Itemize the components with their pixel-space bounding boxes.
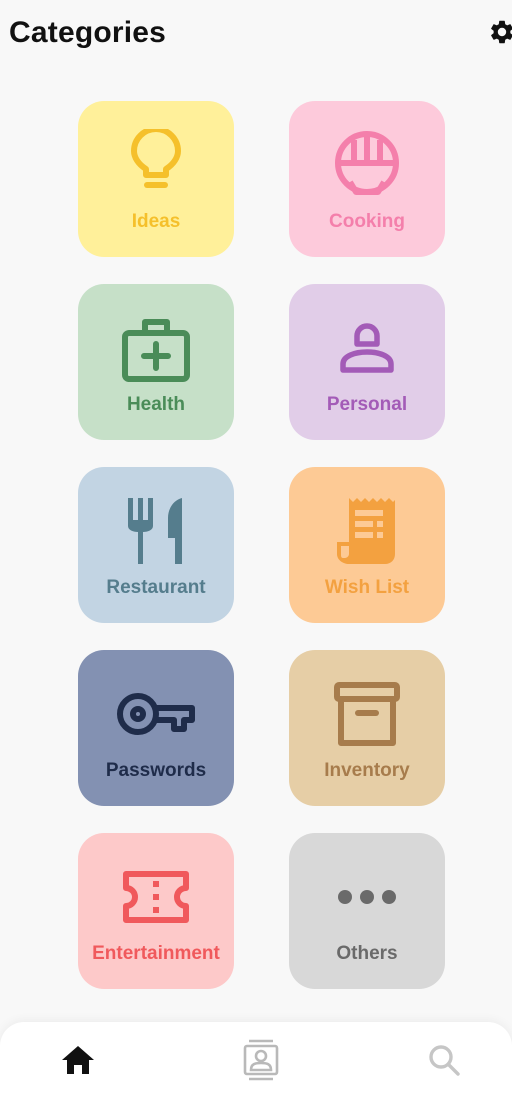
key-icon <box>78 678 234 750</box>
category-label: Cooking <box>329 211 405 232</box>
home-icon <box>62 1046 94 1074</box>
receipt-icon <box>289 495 445 567</box>
category-tile-personal[interactable]: Personal <box>289 284 445 440</box>
nav-search[interactable] <box>424 1040 464 1080</box>
category-label: Others <box>336 943 398 964</box>
medical-kit-icon <box>78 312 234 384</box>
category-label: Wish List <box>324 577 410 598</box>
category-label: Inventory <box>324 760 410 781</box>
category-tile-restaurant[interactable]: Restaurant <box>78 467 234 623</box>
nav-contacts[interactable] <box>241 1039 281 1081</box>
category-label: Personal <box>326 394 408 415</box>
nav-home[interactable] <box>58 1040 98 1080</box>
app-header: Categories <box>0 0 512 70</box>
category-grid: Ideas Cooking Health Personal Restaurant… <box>78 101 445 989</box>
fork-knife-icon <box>78 495 234 567</box>
category-tile-passwords[interactable]: Passwords <box>78 650 234 806</box>
search-icon <box>429 1045 460 1076</box>
gear-icon[interactable] <box>488 18 512 46</box>
category-tile-entertainment[interactable]: Entertainment <box>78 833 234 989</box>
category-tile-others[interactable]: Others <box>289 833 445 989</box>
category-tile-wish-list[interactable]: Wish List <box>289 467 445 623</box>
bottom-navigation <box>0 1022 512 1097</box>
category-label: Entertainment <box>92 943 220 964</box>
lightbulb-icon <box>78 129 234 201</box>
contact-card-icon <box>243 1039 279 1081</box>
rice-bowl-icon <box>289 129 445 201</box>
category-label: Passwords <box>105 760 207 781</box>
category-tile-health[interactable]: Health <box>78 284 234 440</box>
category-label: Health <box>126 394 186 415</box>
category-label: Ideas <box>131 211 181 232</box>
more-dots-icon <box>289 861 445 933</box>
page-title: Categories <box>9 16 167 49</box>
category-tile-ideas[interactable]: Ideas <box>78 101 234 257</box>
category-tile-cooking[interactable]: Cooking <box>289 101 445 257</box>
ticket-icon <box>78 861 234 933</box>
archive-box-icon <box>289 678 445 750</box>
category-label: Restaurant <box>106 577 206 598</box>
person-icon <box>289 312 445 384</box>
category-tile-inventory[interactable]: Inventory <box>289 650 445 806</box>
